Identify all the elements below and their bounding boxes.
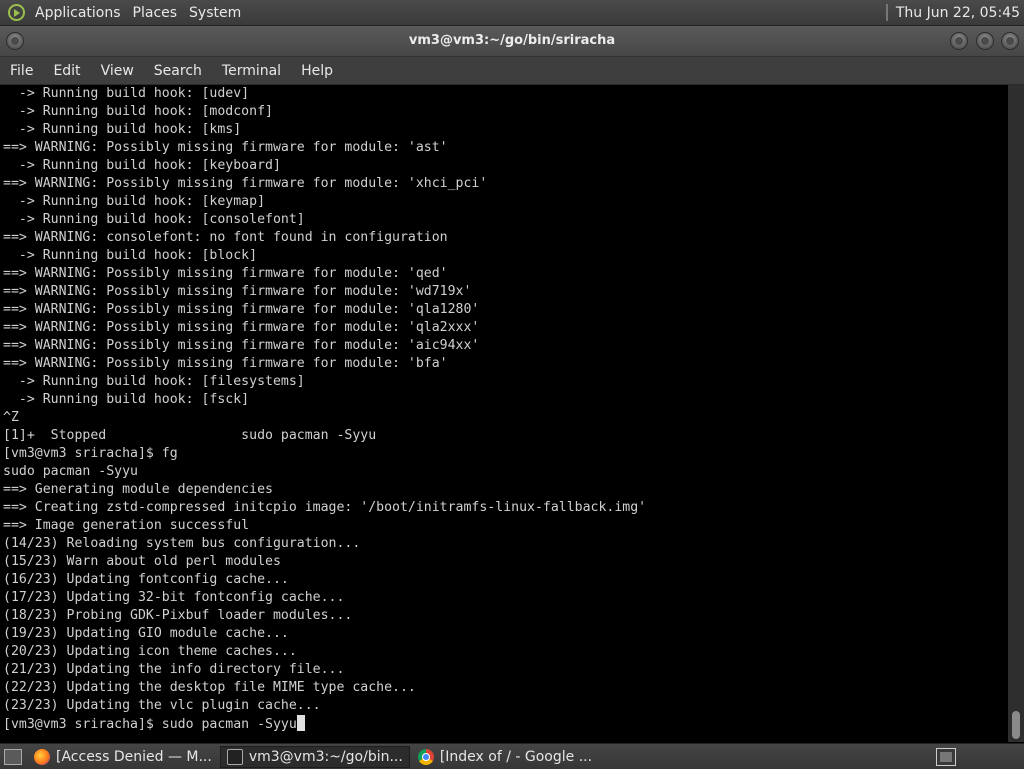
- top-panel: Applications Places System Thu Jun 22, 0…: [0, 0, 1024, 26]
- menu-search[interactable]: Search: [144, 63, 212, 79]
- panel-right: Thu Jun 22, 05:45: [885, 0, 1024, 25]
- distro-logo-icon[interactable]: [8, 4, 25, 21]
- terminal-line: -> Running build hook: [block]: [3, 248, 258, 263]
- firefox-icon: [34, 748, 50, 765]
- bottom-taskbar: [Access Denied — M... vm3@vm3:~/go/bin..…: [0, 743, 1024, 769]
- terminal-line: ^Z: [3, 410, 19, 425]
- terminal-lines: -> Running build hook: [udev] -> Running…: [0, 85, 1008, 715]
- tray-right: [936, 747, 1024, 766]
- menu-view[interactable]: View: [91, 63, 144, 79]
- chrome-icon: [417, 748, 434, 765]
- terminal-line: ==> WARNING: Possibly missing firmware f…: [3, 140, 448, 155]
- terminal-line: -> Running build hook: [filesystems]: [3, 374, 305, 389]
- terminal-line: ==> WARNING: consolefont: no font found …: [3, 230, 448, 245]
- menu-terminal[interactable]: Terminal: [212, 63, 291, 79]
- terminal-line: ==> WARNING: Possibly missing firmware f…: [3, 320, 480, 335]
- panel-menu: Applications Places System: [0, 0, 247, 25]
- show-desktop-icon[interactable]: [4, 748, 22, 765]
- task-terminal[interactable]: vm3@vm3:~/go/bin...: [219, 745, 410, 768]
- terminal-line: (14/23) Reloading system bus configurati…: [3, 536, 361, 551]
- panel-separator: [885, 4, 888, 21]
- terminal-line: -> Running build hook: [kms]: [3, 122, 242, 137]
- terminal-line: ==> WARNING: Possibly missing firmware f…: [3, 176, 488, 191]
- places-menu[interactable]: Places: [127, 5, 184, 21]
- terminal-line: -> Running build hook: [keyboard]: [3, 158, 281, 173]
- terminal-line: ==> WARNING: Possibly missing firmware f…: [3, 284, 472, 299]
- terminal-line: (18/23) Probing GDK-Pixbuf loader module…: [3, 608, 353, 623]
- task-label: [Index of / - Google ...: [439, 748, 593, 765]
- terminal-line: ==> Generating module dependencies: [3, 482, 273, 497]
- terminal-line: ==> Image generation successful: [3, 518, 250, 533]
- terminal-prompt-line[interactable]: [vm3@vm3 sriracha]$ sudo pacman -Syyu: [0, 715, 1008, 733]
- terminal-line: ==> Creating zstd-compressed initcpio im…: [3, 500, 647, 515]
- system-menu[interactable]: System: [183, 5, 247, 21]
- terminal-line: ==> WARNING: Possibly missing firmware f…: [3, 356, 448, 371]
- terminal-window: vm3@vm3:~/go/bin/sriracha File Edit View…: [0, 26, 1024, 742]
- terminal-line: -> Running build hook: [consolefont]: [3, 212, 305, 227]
- maximize-button[interactable]: [976, 32, 994, 50]
- terminal-line: -> Running build hook: [udev]: [3, 86, 250, 101]
- terminal-line: (23/23) Updating the vlc plugin cache...: [3, 698, 321, 713]
- task-label: [Access Denied — M...: [56, 748, 212, 765]
- task-label: vm3@vm3:~/go/bin...: [248, 748, 403, 765]
- terminal-line: (19/23) Updating GIO module cache...: [3, 626, 289, 641]
- menu-help[interactable]: Help: [291, 63, 343, 79]
- workspace-switcher-icon[interactable]: [936, 747, 956, 766]
- terminal-line: ==> WARNING: Possibly missing firmware f…: [3, 302, 480, 317]
- terminal-line: sudo pacman -Syyu: [3, 464, 138, 479]
- terminal-line: [vm3@vm3 sriracha]$ fg: [3, 446, 178, 461]
- menu-edit[interactable]: Edit: [43, 63, 90, 79]
- terminal-line: [1]+ Stopped sudo pacman -Syyu: [3, 428, 377, 443]
- window-menubar: File Edit View Search Terminal Help: [0, 57, 1024, 85]
- terminal-icon: [226, 748, 243, 765]
- window-titlebar[interactable]: vm3@vm3:~/go/bin/sriracha: [0, 26, 1024, 57]
- window-title: vm3@vm3:~/go/bin/sriracha: [408, 33, 616, 48]
- terminal-scrollbar[interactable]: [1008, 85, 1024, 742]
- terminal-line: (22/23) Updating the desktop file MIME t…: [3, 680, 416, 695]
- terminal-line: (16/23) Updating fontconfig cache...: [3, 572, 289, 587]
- terminal-line: ==> WARNING: Possibly missing firmware f…: [3, 266, 448, 281]
- terminal-output[interactable]: -> Running build hook: [udev] -> Running…: [0, 85, 1008, 742]
- scrollbar-thumb[interactable]: [1012, 711, 1020, 739]
- terminal-line: (15/23) Warn about old perl modules: [3, 554, 281, 569]
- close-button[interactable]: [1001, 32, 1019, 50]
- text-cursor: [296, 715, 305, 731]
- terminal-line: (17/23) Updating 32-bit fontconfig cache…: [3, 590, 345, 605]
- menu-file[interactable]: File: [0, 63, 43, 79]
- terminal-line: (20/23) Updating icon theme caches...: [3, 644, 297, 659]
- task-chrome[interactable]: [Index of / - Google ...: [412, 746, 598, 768]
- task-firefox[interactable]: [Access Denied — M...: [28, 746, 218, 768]
- minimize-button[interactable]: [950, 32, 968, 50]
- applications-menu[interactable]: Applications: [29, 5, 127, 21]
- terminal-line: -> Running build hook: [keymap]: [3, 194, 266, 209]
- terminal-line: (21/23) Updating the info directory file…: [3, 662, 345, 677]
- clock[interactable]: Thu Jun 22, 05:45: [896, 5, 1024, 21]
- terminal-prompt: [vm3@vm3 sriracha]$ sudo pacman -Syyu: [3, 717, 297, 732]
- terminal-line: -> Running build hook: [modconf]: [3, 104, 273, 119]
- terminal-line: ==> WARNING: Possibly missing firmware f…: [3, 338, 480, 353]
- terminal-line: -> Running build hook: [fsck]: [3, 392, 250, 407]
